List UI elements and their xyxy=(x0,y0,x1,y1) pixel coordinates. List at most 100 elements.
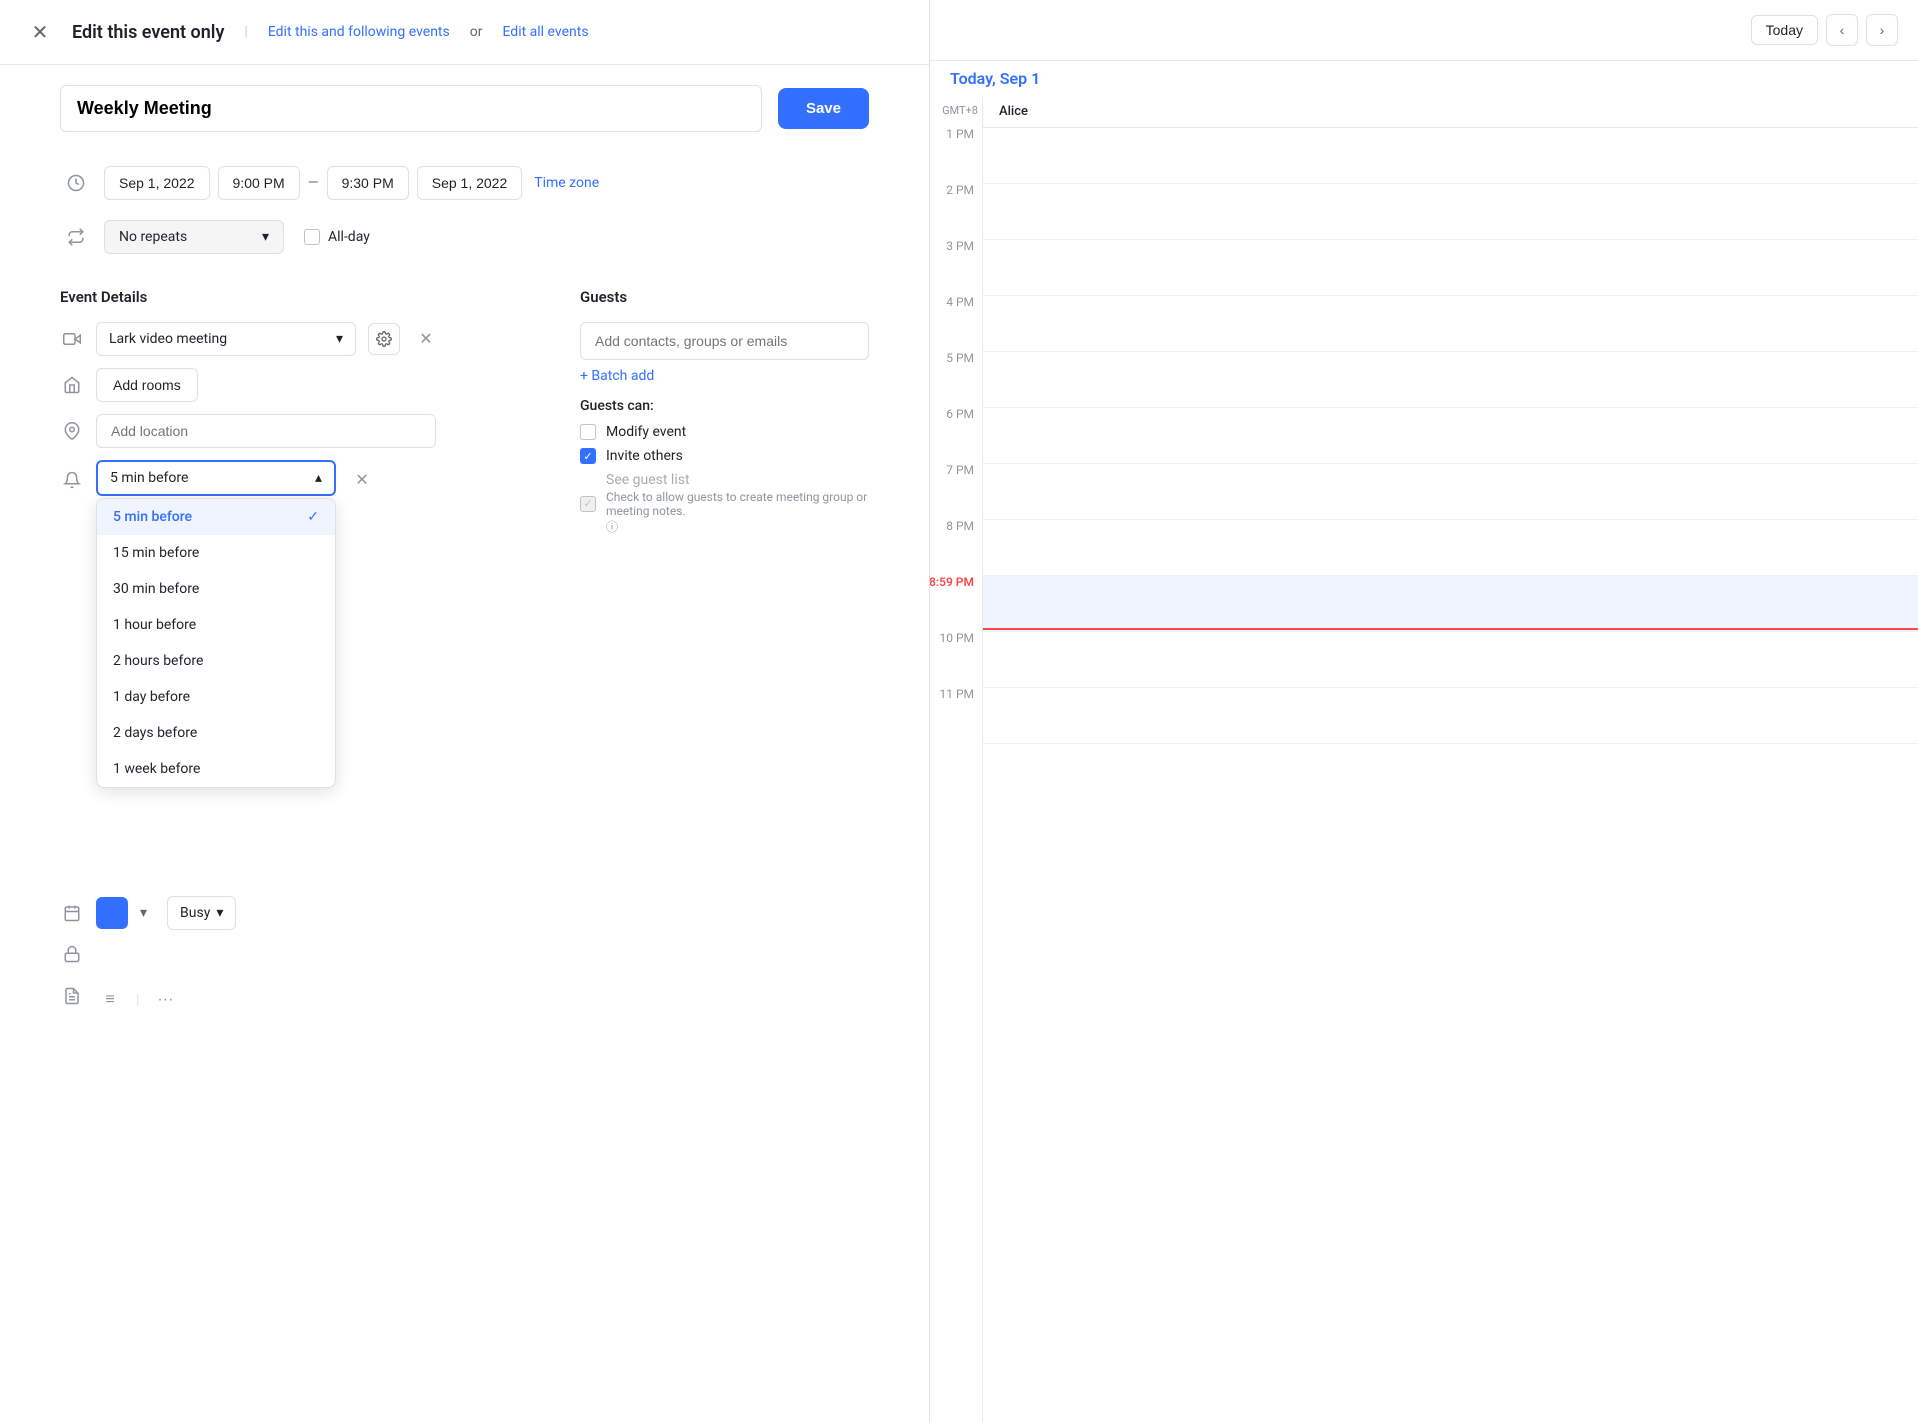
reminder-wrapper: 5 min before ▴ 5 min before ✓ 15 min bef… xyxy=(96,460,336,496)
guests-can-label: Guests can: xyxy=(580,398,869,414)
lock-row xyxy=(60,942,540,966)
meeting-settings-button[interactable] xyxy=(368,323,400,355)
calendar-date-title: Today, Sep 1 xyxy=(930,61,1918,96)
add-rooms-button[interactable]: Add rooms xyxy=(96,368,198,402)
see-guest-list-sublabel: Check to allow guests to create meeting … xyxy=(606,490,869,518)
video-icon xyxy=(60,327,84,351)
time-label: 6 PM xyxy=(930,405,982,461)
guests-input[interactable] xyxy=(580,322,869,360)
reminder-current-value: 5 min before xyxy=(110,470,188,486)
guests-title: Guests xyxy=(580,288,869,306)
close-button[interactable]: ✕ xyxy=(24,16,56,48)
allday-label: All-day xyxy=(328,229,370,245)
reminder-option-6[interactable]: 2 days before xyxy=(97,715,335,751)
option-label-4: 2 hours before xyxy=(113,653,203,669)
time-slots-tz: 1 PM2 PM3 PM4 PM5 PM6 PM7 PM8 PM8:59 PM1… xyxy=(930,125,982,741)
time-label: 7 PM xyxy=(930,461,982,517)
time-dash: — xyxy=(308,175,319,191)
timezone-column: GMT+8 1 PM2 PM3 PM4 PM5 PM6 PM7 PM8 PM8:… xyxy=(930,96,982,1422)
reminder-option-1[interactable]: 15 min before xyxy=(97,535,335,571)
allday-row: All-day xyxy=(304,229,370,245)
invite-others-checkbox[interactable] xyxy=(580,448,596,464)
start-date-button[interactable]: Sep 1, 2022 xyxy=(104,166,210,200)
calendar-row xyxy=(983,576,1918,632)
datetime-section: Sep 1, 2022 9:00 PM — 9:30 PM Sep 1, 202… xyxy=(0,148,929,272)
time-label: 4 PM xyxy=(930,293,982,349)
notes-divider: | xyxy=(136,992,139,1008)
prev-button[interactable]: ‹ xyxy=(1826,14,1858,46)
meeting-type-value: Lark video meeting xyxy=(109,331,227,347)
calendar-grid: Alice xyxy=(982,96,1918,1422)
location-icon xyxy=(60,419,84,443)
remove-icon: ✕ xyxy=(419,329,432,349)
color-picker-button[interactable] xyxy=(96,897,128,929)
modify-event-checkbox[interactable] xyxy=(580,424,596,440)
add-rooms-row: Add rooms xyxy=(60,368,540,402)
reminder-option-5[interactable]: 1 day before xyxy=(97,679,335,715)
option-label-2: 30 min before xyxy=(113,581,199,597)
batch-add-link[interactable]: + Batch add xyxy=(580,368,654,384)
calendar-row xyxy=(983,352,1918,408)
end-time-button[interactable]: 9:30 PM xyxy=(327,166,409,200)
location-input[interactable] xyxy=(96,414,436,448)
option-label-5: 1 day before xyxy=(113,689,190,705)
meeting-type-dropdown[interactable]: Lark video meeting ▾ xyxy=(96,322,356,356)
remove-meeting-button[interactable]: ✕ xyxy=(412,325,440,353)
event-title-input[interactable] xyxy=(60,85,762,132)
next-button[interactable]: › xyxy=(1866,14,1898,46)
lock-icon xyxy=(60,942,84,966)
time-label: 8:59 PM xyxy=(930,573,982,629)
close-icon: ✕ xyxy=(32,20,49,45)
repeat-icon xyxy=(60,221,92,253)
notes-list-button[interactable]: ≡ xyxy=(96,986,124,1014)
calendar-row xyxy=(983,184,1918,240)
header: ✕ Edit this event only | Edit this and f… xyxy=(0,0,929,65)
reminder-option-0[interactable]: 5 min before ✓ xyxy=(97,499,335,535)
reminder-dropdown[interactable]: 5 min before ▴ xyxy=(96,460,336,496)
calendar-row xyxy=(983,408,1918,464)
reminder-option-3[interactable]: 1 hour before xyxy=(97,607,335,643)
bell-icon xyxy=(60,468,84,492)
timezone-label: GMT+8 xyxy=(930,96,982,125)
see-guest-list-checkbox[interactable] xyxy=(580,496,596,512)
check-icon-0: ✓ xyxy=(307,509,319,525)
notes-more-button[interactable]: ··· xyxy=(151,986,179,1014)
timezone-link[interactable]: Time zone xyxy=(534,175,599,191)
status-dropdown[interactable]: Busy ▾ xyxy=(167,896,236,930)
calendar-row xyxy=(983,688,1918,744)
reminder-option-7[interactable]: 1 week before xyxy=(97,751,335,787)
option-label-1: 15 min before xyxy=(113,545,199,561)
event-details-col: Event Details Lark video meeting ▾ ✕ xyxy=(60,288,540,1026)
end-date-button[interactable]: Sep 1, 2022 xyxy=(417,166,523,200)
info-icon[interactable]: ⓘ xyxy=(606,520,618,534)
today-button[interactable]: Today xyxy=(1751,15,1818,45)
or-text: or xyxy=(470,24,483,40)
allday-checkbox[interactable] xyxy=(304,229,320,245)
reminder-option-2[interactable]: 30 min before xyxy=(97,571,335,607)
time-label: 10 PM xyxy=(930,629,982,685)
modify-event-label: Modify event xyxy=(606,424,686,440)
room-icon xyxy=(60,373,84,397)
right-panel: Today ‹ › Today, Sep 1 GMT+8 1 PM2 PM3 P… xyxy=(930,0,1918,1422)
calendar-color-icon xyxy=(60,901,84,925)
current-time-line xyxy=(983,628,1918,630)
date-time-row: Sep 1, 2022 9:00 PM — 9:30 PM Sep 1, 202… xyxy=(104,166,599,200)
repeat-dropdown[interactable]: No repeats ▾ xyxy=(104,220,284,254)
reminder-option-4[interactable]: 2 hours before xyxy=(97,643,335,679)
datetime-row: Sep 1, 2022 9:00 PM — 9:30 PM Sep 1, 202… xyxy=(60,156,869,210)
remove-reminder-icon: ✕ xyxy=(355,470,368,490)
edit-all-link[interactable]: Edit all events xyxy=(502,24,588,40)
edit-following-link[interactable]: Edit this and following events xyxy=(268,24,450,40)
modify-event-row: Modify event xyxy=(580,424,869,440)
reminder-row: 5 min before ▴ 5 min before ✓ 15 min bef… xyxy=(60,460,540,496)
time-label: 3 PM xyxy=(930,237,982,293)
start-time-button[interactable]: 9:00 PM xyxy=(218,166,300,200)
chevron-down-icon: ▾ xyxy=(262,229,269,245)
remove-reminder-button[interactable]: ✕ xyxy=(348,466,376,494)
time-label: 5 PM xyxy=(930,349,982,405)
notes-row: ≡ | ··· xyxy=(60,978,540,1014)
see-guest-list-content: See guest list Check to allow guests to … xyxy=(606,472,869,535)
guests-col: Guests + Batch add Guests can: Modify ev… xyxy=(580,288,869,1026)
save-button[interactable]: Save xyxy=(778,88,869,129)
notes-toolbar: ≡ | ··· xyxy=(96,986,179,1014)
